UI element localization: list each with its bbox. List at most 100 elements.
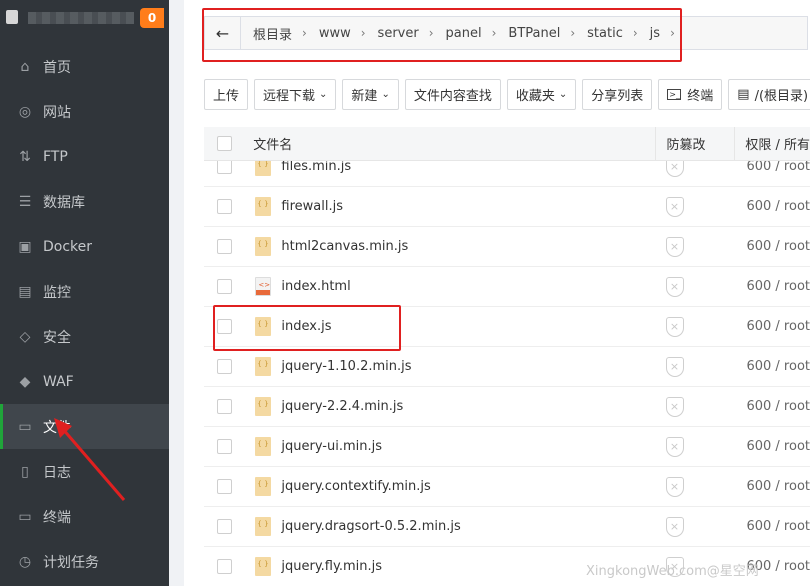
table-row[interactable]: jquery.contextify.min.js × 600 / root [204,467,810,507]
sidebar-item-label: FTP [43,148,68,165]
shield-icon: ◇ [19,328,31,345]
file-permission: 600 / root [746,239,810,254]
new-button[interactable]: 新建 ⌄ [342,79,399,110]
protect-shield-icon[interactable]: × [665,476,684,497]
row-checkbox[interactable] [217,239,233,254]
sidebar-item[interactable]: ◎ 网站 [0,89,169,134]
schedule-icon: ◷ [18,553,32,570]
file-permission: 600 / root [746,519,810,534]
monitor-icon: ▤ [18,283,32,300]
row-checkbox[interactable] [217,279,233,294]
chevron-down-icon: ⌄ [558,89,568,100]
file-name[interactable]: jquery-2.2.4.min.js [281,399,403,414]
search-content-button[interactable]: 文件内容查找 [404,79,501,110]
protect-shield-icon[interactable]: × [665,161,684,177]
js-file-icon [255,557,272,576]
table-row[interactable]: jquery-1.10.2.min.js × 600 / root [204,347,810,387]
protect-shield-icon[interactable]: × [665,356,684,377]
globe-icon: ◎ [18,103,32,120]
docker-icon: ▣ [18,238,32,255]
watermark: XingkongWeb.com@星空网 [586,564,759,579]
file-name[interactable]: jquery.dragsort-0.5.2.min.js [281,519,460,534]
row-checkbox[interactable] [217,439,233,454]
select-all-checkbox[interactable] [217,136,233,151]
protect-shield-icon[interactable]: × [665,236,684,257]
terminal-label: 终端 [687,89,714,104]
column-header-permission[interactable]: 权限 / 所有 [735,134,810,153]
table-row[interactable]: jquery.dragsort-0.5.2.min.js × 600 / root [204,507,810,547]
html-file-icon [255,277,272,296]
file-permission: 600 / root [746,359,810,374]
sidebar-item-label: 首页 [43,59,71,76]
search-content-label: 文件内容查找 [413,89,492,104]
sidebar-item[interactable]: ◆ WAF [0,359,169,404]
chevron-down-icon: ⌄ [319,89,328,100]
row-checkbox[interactable] [217,199,233,214]
js-file-icon [255,437,272,456]
table-row[interactable]: firewall.js × 600 / root [204,187,810,227]
sidebar-item[interactable]: ⌂ 首页 [0,44,169,89]
remote-download-button[interactable]: 远程下载 ⌄ [254,79,337,110]
protect-shield-icon[interactable]: × [665,436,684,457]
sidebar-item[interactable]: ⇅ FTP [0,134,169,179]
table-row[interactable]: html2canvas.min.js × 600 / root [204,227,810,267]
row-checkbox[interactable] [217,559,233,574]
file-name[interactable]: jquery.fly.min.js [281,559,382,574]
protect-shield-icon[interactable]: × [665,516,684,537]
share-list-label: 分享列表 [591,89,644,104]
sidebar-item[interactable]: ◇ 安全 [0,314,169,359]
share-list-button[interactable]: 分享列表 [582,79,653,110]
file-name[interactable]: firewall.js [281,199,343,214]
home-icon: ⌂ [20,58,30,75]
row-checkbox[interactable] [217,479,233,494]
file-name[interactable]: files.min.js [281,161,351,174]
notification-badge[interactable]: 0 [140,8,164,28]
js-file-icon [255,517,272,536]
sidebar-item-label: 网站 [43,104,71,121]
upload-label: 上传 [213,89,240,104]
favorites-button[interactable]: 收藏夹 ⌄ [506,79,577,110]
js-file-icon [255,477,272,496]
sidebar-item[interactable]: ◷ 计划任务 [0,539,169,584]
file-permission: 600 / root [746,399,810,414]
database-icon: ☰ [18,193,32,210]
file-name[interactable]: jquery-1.10.2.min.js [281,359,411,374]
protect-shield-icon[interactable]: × [665,196,684,217]
file-name[interactable]: jquery-ui.min.js [281,439,382,454]
breadcrumb-highlight-box [202,8,682,62]
js-file-icon [255,237,272,256]
sidebar-item[interactable]: ▤ 监控 [0,269,169,314]
protect-shield-icon[interactable]: × [665,316,684,337]
file-name[interactable]: index.html [281,279,350,294]
remote-download-label: 远程下载 [263,89,316,104]
row-checkbox[interactable] [217,399,233,414]
js-file-icon [255,357,272,376]
upload-button[interactable]: 上传 [204,79,249,110]
protect-shield-icon[interactable]: × [665,276,684,297]
sidebar-item[interactable]: ☰ 数据库 [0,179,169,224]
file-name[interactable]: html2canvas.min.js [281,239,408,254]
column-header-name[interactable]: 文件名 [245,127,657,160]
table-row[interactable]: files.min.js × 600 / root [204,161,810,187]
table-row[interactable]: index.html × 600 / root [204,267,810,307]
sidebar-item-label: 终端 [43,509,71,526]
file-permission: 600 / root [746,161,810,174]
table-row[interactable]: jquery-2.2.4.min.js × 600 / root [204,387,810,427]
row-checkbox[interactable] [217,359,233,374]
column-header-protect[interactable]: 防篡改 [656,127,736,160]
terminal-button[interactable]: >_ 终端 [658,79,723,110]
sidebar-item[interactable]: ▣ Docker [0,224,169,269]
protect-shield-icon[interactable]: × [665,396,684,417]
row-checkbox[interactable] [217,161,233,174]
new-label: 新建 [351,89,378,104]
table-row[interactable]: jquery-ui.min.js × 600 / root [204,427,810,467]
table-header: 文件名 防篡改 权限 / 所有 [204,127,810,161]
waf-icon: ◆ [19,373,31,390]
js-file-icon [255,197,272,216]
file-permission: 600 / root [746,439,810,454]
disk-selector[interactable]: ▤ /(根目录) (4 [728,79,810,110]
file-name[interactable]: jquery.contextify.min.js [281,479,430,494]
sidebar-header: 0 [0,0,169,36]
js-file-icon [255,397,272,416]
row-checkbox[interactable] [217,519,233,534]
